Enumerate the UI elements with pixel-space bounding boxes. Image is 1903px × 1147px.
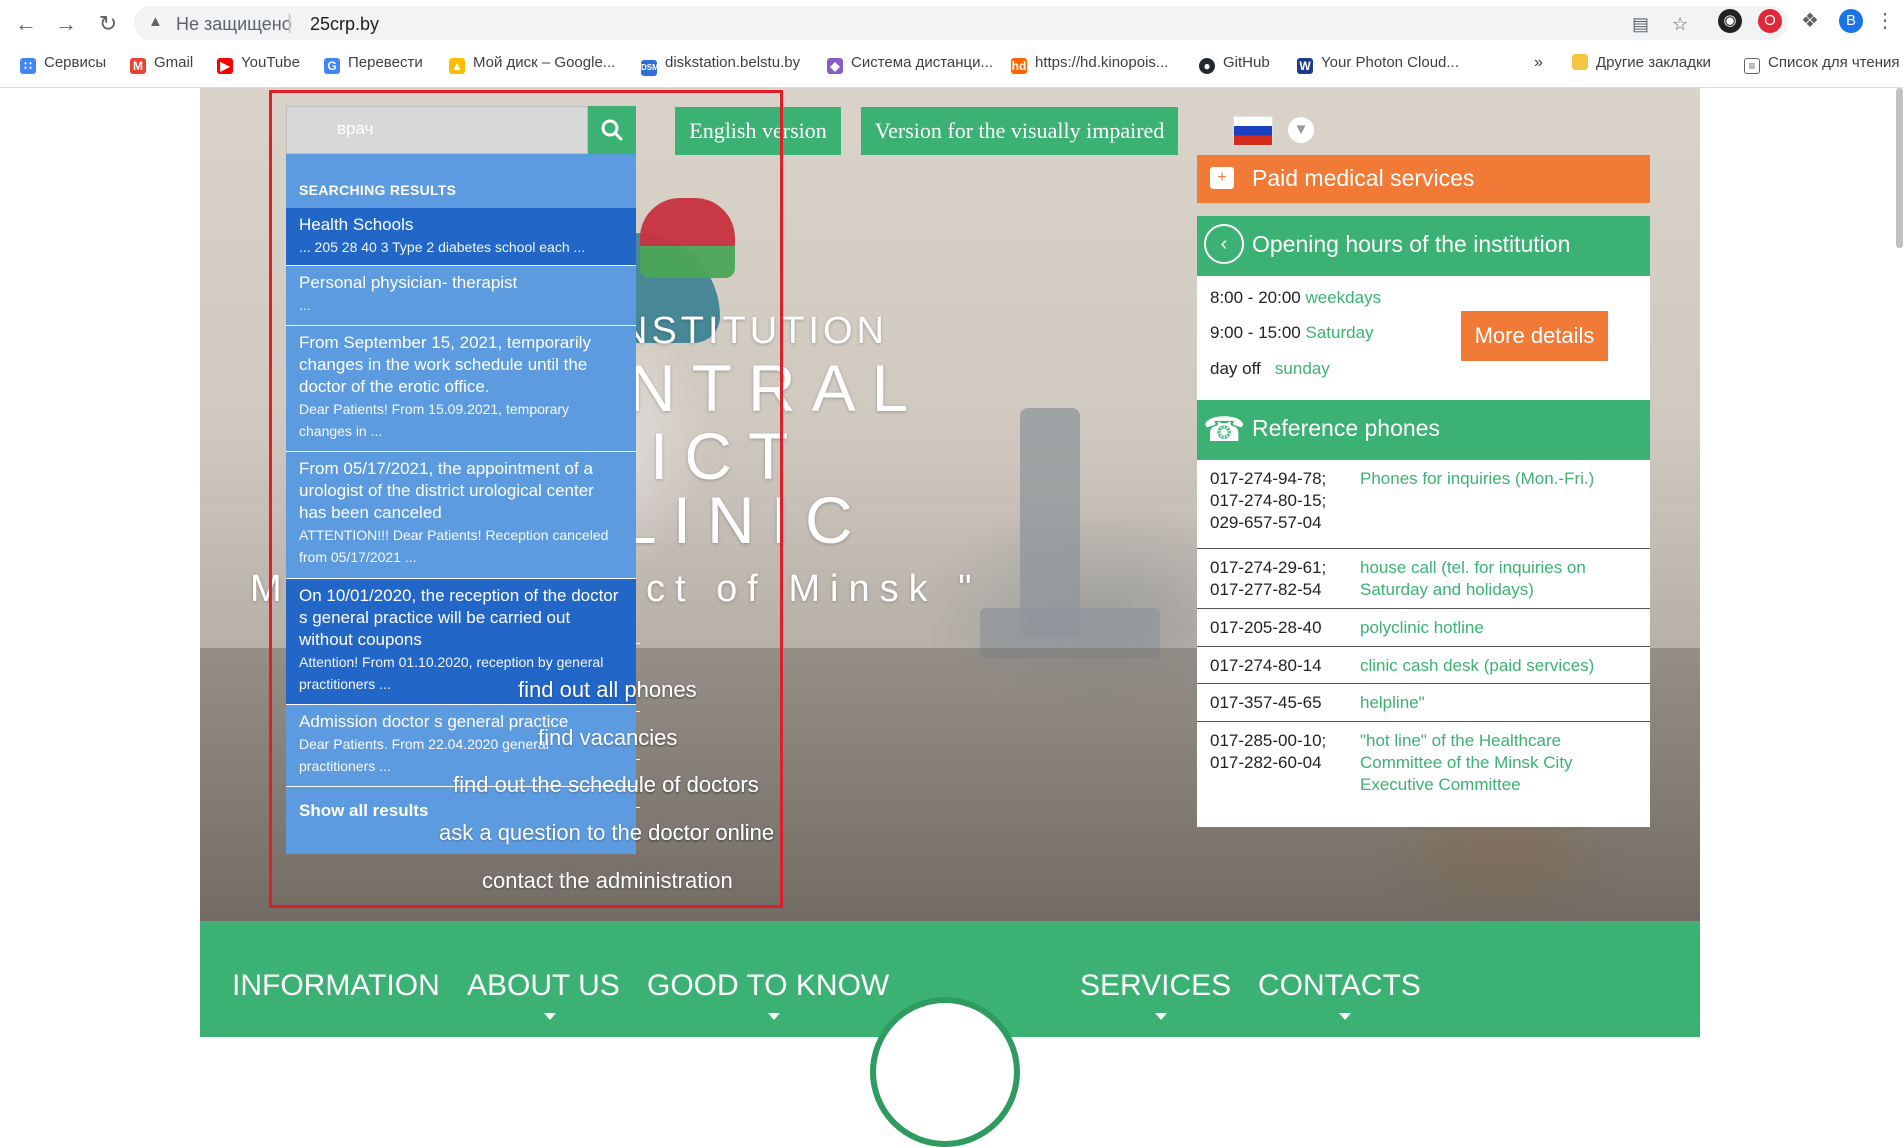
folder-icon [1572,54,1588,70]
avatar[interactable]: B [1839,9,1863,33]
paid-services-label: Paid medical services [1252,165,1475,191]
address-bar[interactable]: ▲ Не защищено | 25crp.by ▤ ☆ [134,6,1788,40]
phone-numbers[interactable]: 017-274-29-61; 017-277-82-54 [1210,557,1350,601]
opening-hours-title: Opening hours of the institution [1252,231,1571,257]
shield-icon: ◆ [827,58,843,74]
phone-row: 017-274-94-78; 017-274-80-15; 029-657-57… [1197,460,1650,549]
gmail-icon: M [130,58,146,74]
bookmarks-bar: ∷ Сервисы M Gmail ▶ YouTube G Перевести ▲ Мой… [0,50,1903,80]
phone-row: 017-274-29-61; 017-277-82-54 house call … [1197,549,1650,609]
visually-impaired-button[interactable]: Version for the visually impaired [861,107,1178,155]
phone-numbers[interactable]: 017-274-94-78; 017-274-80-15; 029-657-57… [1210,468,1350,534]
bookmark-distance-system[interactable]: ◆ Система дистанци... [827,54,993,74]
nav-about-us[interactable]: ABOUT US [467,969,620,1003]
more-details-button[interactable]: More details [1461,311,1608,361]
forward-icon[interactable]: → [52,10,80,38]
github-icon: ● [1199,58,1215,74]
more-bookmarks[interactable]: » [1534,54,1543,72]
divider: | [287,12,293,34]
bookmark-google-drive[interactable]: ▲ Мой диск – Google... [449,54,615,74]
bookmark-other[interactable]: Другие закладки [1572,54,1711,71]
translate-icon[interactable]: ▤ [1632,14,1649,35]
phone-description: helpline" [1360,693,1425,712]
telephone-icon: ☎ [1203,411,1246,449]
phone-numbers[interactable]: 017-274-80-14 [1210,655,1350,677]
page-scrollbar[interactable] [1896,88,1903,248]
bookmark-gmail[interactable]: M Gmail [130,54,193,74]
logo-circle [870,997,1020,1147]
hours-saturday: 9:00 - 15:00 Saturday [1210,323,1374,342]
phone-numbers[interactable]: 017-205-28-40 [1210,617,1350,639]
nav-services[interactable]: SERVICES [1080,969,1231,1003]
chevron-down-icon[interactable] [544,1013,556,1020]
bookmark-translate[interactable]: G Перевести [324,54,423,74]
extension-icon[interactable]: ◉ [1718,9,1742,33]
opening-hours-header: ‹ Opening hours of the institution [1197,216,1650,276]
phone-row: 017-357-45-65 helpline" [1197,684,1650,722]
bookmark-photon[interactable]: W Your Photon Cloud... [1297,54,1459,74]
phone-description: house call (tel. for inquiries on Saturd… [1360,558,1586,599]
bookmark-kinopoisk[interactable]: hd https://hd.kinopois... [1011,54,1168,74]
phone-description: "hot line" of the Healthcare Committee o… [1360,731,1573,794]
hours-sunday: day off sunday [1210,359,1330,378]
chevron-down-icon[interactable]: ▼ [1288,117,1314,143]
phone-description: clinic cash desk (paid services) [1360,656,1595,675]
security-label: Не защищено [176,14,292,34]
youtube-icon: ▶ [217,58,233,74]
opera-icon[interactable]: O [1758,9,1782,33]
chevron-down-icon[interactable] [1339,1013,1351,1020]
menu-icon[interactable]: ⋮ [1873,9,1897,33]
medkit-icon: + [1210,167,1234,189]
translate-icon: G [324,58,340,74]
microscope-image [1020,408,1080,638]
chevron-down-icon[interactable] [1155,1013,1167,1020]
warning-icon: ▲ [148,13,163,30]
phone-description: Phones for inquiries (Mon.-Fri.) [1360,469,1595,488]
back-icon[interactable]: ← [12,10,40,38]
main-navigation: INFORMATION ABOUT US GOOD TO KNOW SERVIC… [200,921,1700,1147]
reference-phones-title: Reference phones [1252,415,1440,441]
phone-description: polyclinic hotline [1360,618,1484,637]
nav-information[interactable]: INFORMATION [232,969,440,1003]
highlight-frame [269,90,783,908]
reload-icon[interactable]: ↻ [94,10,122,38]
phone-row: 017-285-00-10; 017-282-60-04 "hot line" … [1197,722,1650,827]
russian-flag-icon[interactable] [1233,116,1273,146]
reading-list[interactable]: ≡ Список для чтения [1744,54,1900,74]
clock-icon: ‹ [1204,224,1244,264]
hd-icon: hd [1011,58,1027,74]
url-text[interactable]: 25crp.by [310,14,379,35]
browser-toolbar: ← → ↻ ▲ Не защищено | 25crp.by ▤ ☆ ◉ O ❖… [0,0,1903,88]
phone-numbers[interactable]: 017-357-45-65 [1210,692,1350,714]
phone-row: 017-274-80-14 clinic cash desk (paid ser… [1197,647,1650,684]
bookmark-apps[interactable]: ∷ Сервисы [20,54,106,74]
drive-icon: ▲ [449,58,465,74]
reference-phones-header: ☎ Reference phones [1197,400,1650,460]
nav-contacts[interactable]: CONTACTS [1258,969,1421,1003]
nav-good-to-know[interactable]: GOOD TO KNOW [647,969,889,1003]
photon-icon: W [1297,58,1313,74]
puzzle-icon[interactable]: ❖ [1798,9,1822,33]
bookmark-diskstation[interactable]: DSM diskstation.belstu.by [641,54,800,76]
hours-weekdays: 8:00 - 20:00 weekdays [1210,288,1382,307]
paid-services-button[interactable]: + Paid medical services [1197,155,1650,203]
bookmark-youtube[interactable]: ▶ YouTube [217,54,300,74]
reading-list-icon: ≡ [1744,58,1760,74]
chevron-down-icon[interactable] [768,1013,780,1020]
phone-numbers[interactable]: 017-285-00-10; 017-282-60-04 [1210,730,1350,774]
phone-row: 017-205-28-40 polyclinic hotline [1197,609,1650,647]
apps-grid-icon: ∷ [20,58,36,74]
bookmark-github[interactable]: ● GitHub [1199,54,1270,74]
dsm-icon: DSM [641,60,659,76]
star-icon[interactable]: ☆ [1672,14,1688,35]
